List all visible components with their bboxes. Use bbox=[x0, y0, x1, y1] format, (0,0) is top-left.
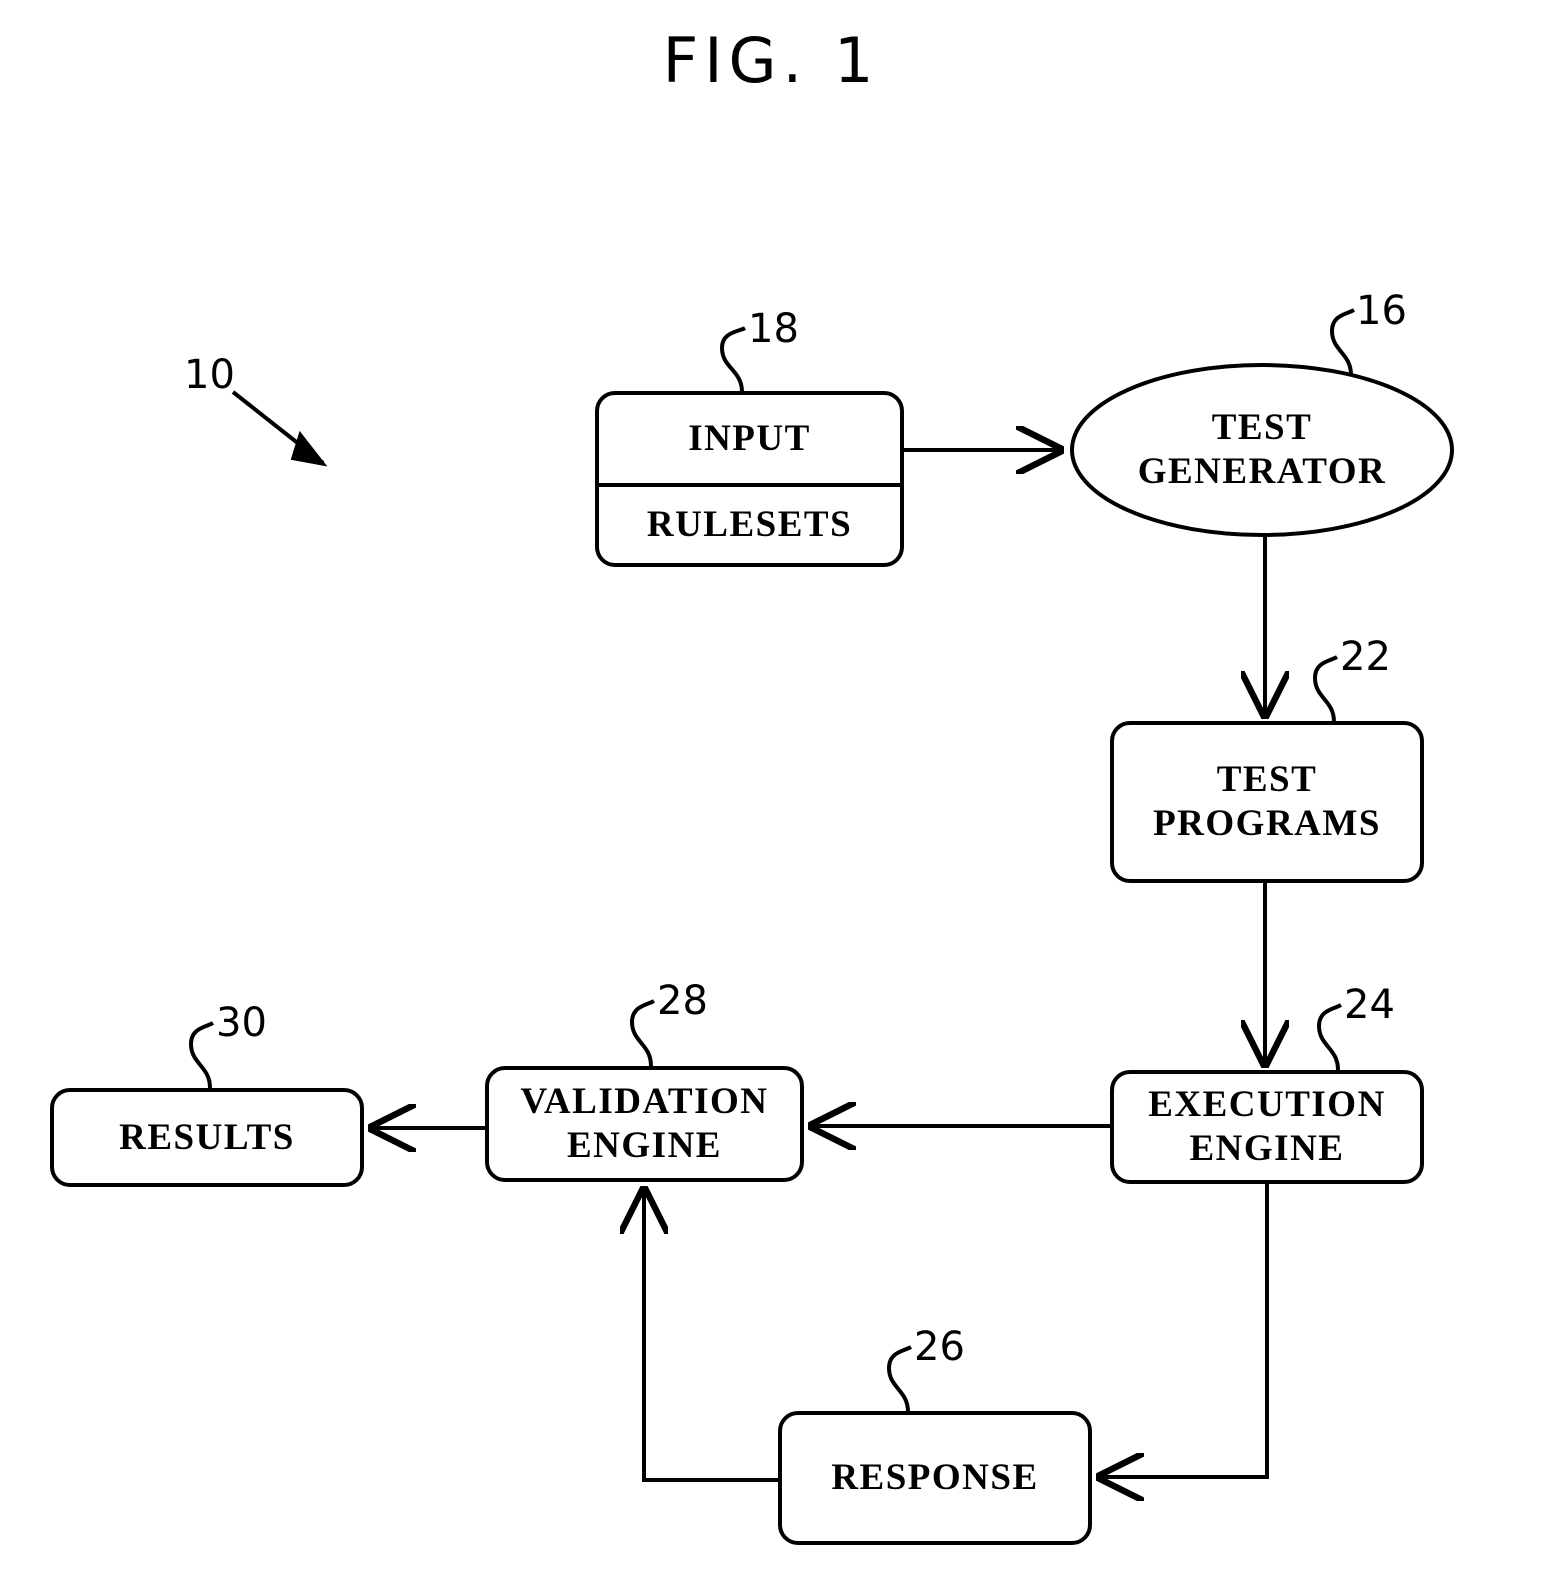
leader-ref-30 bbox=[188, 1021, 214, 1089]
ref-label-30: 30 bbox=[216, 1000, 267, 1046]
node-test-programs bbox=[1110, 721, 1424, 883]
ref-label-26: 26 bbox=[914, 1324, 965, 1370]
leader-ref-28 bbox=[629, 999, 655, 1067]
leader-ref-22 bbox=[1312, 655, 1338, 723]
node-validation-engine bbox=[485, 1066, 804, 1182]
node-test-generator bbox=[1070, 363, 1454, 537]
node-results bbox=[50, 1088, 364, 1187]
ref-label-16: 16 bbox=[1356, 288, 1407, 334]
leader-ref-26 bbox=[886, 1345, 912, 1413]
node-response bbox=[778, 1411, 1092, 1545]
edge-execution-engine-to-response bbox=[1100, 1182, 1269, 1477]
node-input bbox=[595, 391, 904, 567]
leader-ref-24 bbox=[1316, 1003, 1342, 1071]
leader-ref-18 bbox=[719, 326, 746, 393]
ref-label-22: 22 bbox=[1340, 634, 1391, 680]
ref-label-28: 28 bbox=[657, 978, 708, 1024]
edge-response-to-validation-engine bbox=[644, 1190, 780, 1482]
ref-label-18: 18 bbox=[748, 306, 799, 352]
node-execution-engine bbox=[1110, 1070, 1424, 1184]
leader-ref-16 bbox=[1329, 308, 1355, 376]
ref-label-24: 24 bbox=[1344, 982, 1395, 1028]
ref-label-10: 10 bbox=[184, 352, 235, 398]
leader-ref-10 bbox=[231, 390, 328, 467]
diagram-canvas bbox=[50, 308, 1454, 1545]
